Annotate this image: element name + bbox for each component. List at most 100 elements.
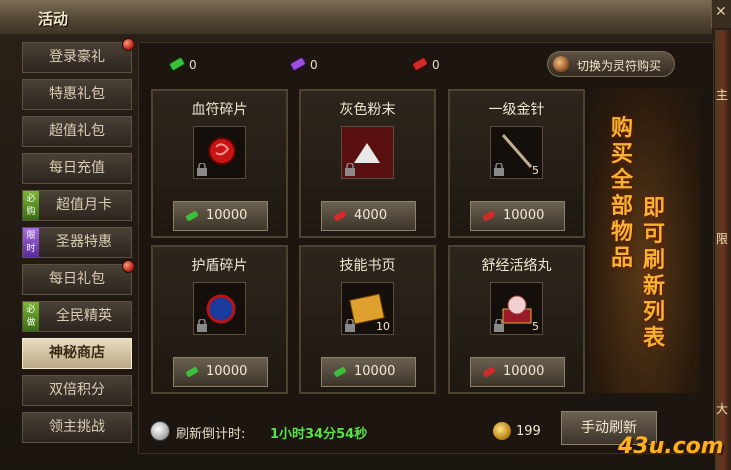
item-slot[interactable]: 5 [490, 126, 543, 179]
item-name: 护盾碎片 [191, 258, 248, 274]
item-slot[interactable] [193, 282, 246, 335]
item-name: 灰色粉末 [339, 102, 396, 118]
buy-button[interactable]: 4000 [321, 201, 416, 231]
sidebar-item-label: 领主挑战 [49, 419, 105, 435]
green-talisman-icon [334, 367, 346, 377]
item-count: 5 [532, 320, 539, 333]
buy-button[interactable]: 10000 [321, 357, 416, 387]
item-name: 技能书页 [339, 258, 396, 274]
buy-button[interactable]: 10000 [173, 357, 268, 387]
buy-button[interactable]: 10000 [470, 201, 565, 231]
red-talisman-icon [412, 57, 428, 71]
sidebar-item-monthly-card[interactable]: 必购 超值月卡 [22, 190, 132, 221]
strip-text-mid: 限 [716, 232, 729, 246]
price: 4000 [354, 208, 388, 223]
sidebar-item-label: 全民精英 [56, 308, 112, 324]
purple-talisman-icon [290, 57, 306, 71]
green-talisman-icon [169, 57, 185, 71]
sidebar-item-label: 登录豪礼 [49, 49, 105, 65]
lock-icon [494, 319, 504, 332]
currency-value: 0 [189, 58, 197, 72]
currency-value: 0 [310, 58, 318, 72]
shop-item-card: 血符碎片 10000 [151, 89, 288, 238]
notification-dot-icon [122, 38, 135, 51]
sidebar-item-lord-challenge[interactable]: 领主挑战 [22, 412, 132, 443]
sidebar-item-label: 每日礼包 [49, 271, 105, 287]
sidebar-item-label: 超值月卡 [56, 197, 112, 213]
sidebar-item-label: 双倍积分 [49, 382, 105, 398]
sidebar-item-mystery-shop[interactable]: 神秘商店 [22, 338, 132, 369]
lock-icon [197, 319, 207, 332]
strip-text-top: 主 [716, 88, 729, 102]
switch-button-label: 切换为灵符购买 [577, 59, 662, 73]
sidebar-nav: 登录豪礼 特惠礼包 超值礼包 每日充值 必购 超值月卡 限时 圣器特惠 每日礼包… [22, 38, 135, 449]
sidebar-item-double-points[interactable]: 双倍积分 [22, 375, 132, 406]
title-bar: 活动 [0, 0, 712, 36]
buy-button[interactable]: 10000 [470, 357, 565, 387]
lock-icon [345, 319, 355, 332]
promo-line-1: 购买全部物品 [610, 116, 633, 271]
close-icon: ✕ [715, 4, 727, 20]
item-name: 舒经活络丸 [481, 258, 552, 274]
sidebar-item-value-pack[interactable]: 超值礼包 [22, 116, 132, 147]
item-count: 10 [376, 320, 390, 333]
promo-banner: 购买全部物品 即可刷新列表 [588, 88, 700, 393]
lock-icon [197, 163, 207, 176]
currency-value: 0 [432, 58, 440, 72]
sidebar-item-elite[interactable]: 必做 全民精英 [22, 301, 132, 332]
refresh-countdown-label: 刷新倒计时: [176, 427, 246, 442]
lock-icon [345, 163, 355, 176]
shop-item-card: 舒经活络丸 5 10000 [448, 245, 585, 394]
item-slot[interactable] [193, 126, 246, 179]
switch-to-spirit-talisman-button[interactable]: 切换为灵符购买 [547, 51, 675, 77]
buy-button[interactable]: 10000 [173, 201, 268, 231]
site-watermark: 43u.com [618, 434, 724, 459]
coin-balance: 199 [516, 424, 541, 439]
shop-item-card: 技能书页 10 10000 [299, 245, 436, 394]
green-talisman-icon [186, 367, 198, 377]
item-name: 血符碎片 [191, 102, 248, 118]
item-slot[interactable] [341, 126, 394, 179]
background-game-strip: 主 限 大 [715, 30, 731, 470]
notification-dot-icon [122, 260, 135, 273]
sidebar-item-daily-recharge[interactable]: 每日充值 [22, 153, 132, 184]
shop-item-card: 护盾碎片 10000 [151, 245, 288, 394]
shop-item-card: 一级金针 5 10000 [448, 89, 585, 238]
item-count: 5 [532, 164, 539, 177]
sidebar-item-label: 神秘商店 [49, 345, 105, 361]
gold-coin-icon [493, 422, 511, 440]
price: 10000 [503, 364, 545, 379]
sidebar-item-login-gift[interactable]: 登录豪礼 [22, 38, 135, 73]
activity-window: 活动 ✕ 主 限 大 登录豪礼 特惠礼包 超值礼包 每日充值 必购 超值月卡 限… [0, 0, 731, 470]
price: 10000 [503, 208, 545, 223]
promo-line-2: 即可刷新列表 [642, 196, 665, 351]
sidebar-item-label: 圣器特惠 [56, 234, 112, 250]
sidebar-item-label: 每日充值 [49, 160, 105, 176]
strip-text-bot: 大 [716, 402, 729, 416]
knob-icon [553, 56, 569, 72]
red-talisman-icon [483, 211, 495, 221]
item-name: 一级金针 [488, 102, 545, 118]
must-buy-tag: 必购 [23, 191, 39, 220]
sidebar-item-label: 特惠礼包 [49, 86, 105, 102]
shop-item-card: 灰色粉末 4000 [299, 89, 436, 238]
refresh-countdown-value: 1小时34分54秒 [270, 427, 368, 442]
close-button[interactable]: ✕ [711, 0, 731, 28]
item-slot[interactable]: 5 [490, 282, 543, 335]
price: 10000 [354, 364, 396, 379]
sidebar-item-artifact-sale[interactable]: 限时 圣器特惠 [22, 227, 132, 258]
sidebar-item-special-pack[interactable]: 特惠礼包 [22, 79, 132, 110]
red-talisman-icon [483, 367, 495, 377]
limited-time-tag: 限时 [23, 228, 39, 257]
clock-icon [150, 421, 170, 441]
sidebar-item-daily-pack[interactable]: 每日礼包 [22, 260, 135, 295]
price: 10000 [206, 364, 248, 379]
red-talisman-icon [334, 211, 346, 221]
green-talisman-icon [186, 211, 198, 221]
must-do-tag: 必做 [23, 302, 39, 331]
window-title: 活动 [38, 10, 69, 28]
price: 10000 [206, 208, 248, 223]
sidebar-item-label: 超值礼包 [49, 123, 105, 139]
item-slot[interactable]: 10 [341, 282, 394, 335]
lock-icon [494, 163, 504, 176]
